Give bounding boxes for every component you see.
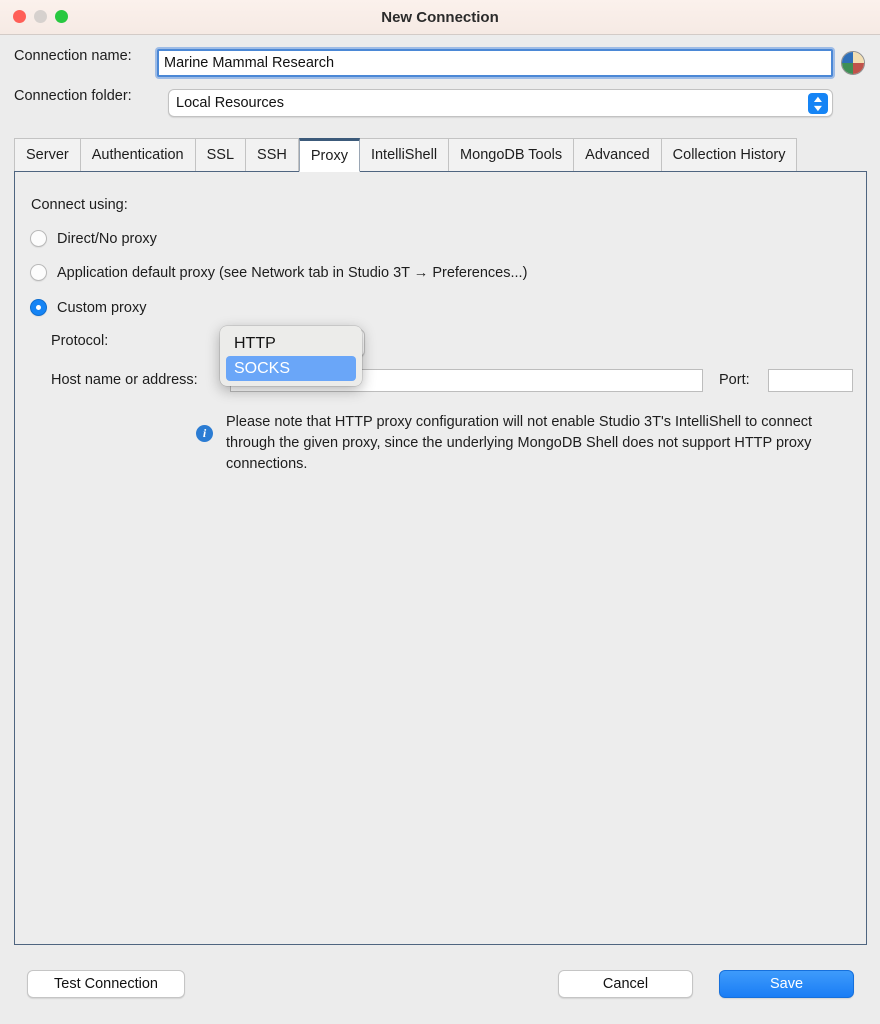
radio-direct-no-proxy-label: Direct/No proxy: [57, 230, 157, 247]
connection-name-input[interactable]: [157, 49, 833, 77]
new-connection-dialog: New Connection Connection name: Connecti…: [0, 0, 880, 1024]
port-label: Port:: [719, 372, 750, 388]
settings-tabbar: Server Authentication SSL SSH Proxy Inte…: [14, 138, 867, 172]
connection-folder-value: Local Resources: [176, 95, 284, 111]
tab-proxy[interactable]: Proxy: [298, 138, 360, 172]
tab-mongodb-tools[interactable]: MongoDB Tools: [449, 138, 575, 172]
host-label: Host name or address:: [51, 372, 198, 388]
proxy-info-text: Please note that HTTP proxy configuratio…: [226, 414, 813, 472]
port-input[interactable]: [768, 369, 853, 392]
proxy-settings-panel: [14, 171, 867, 945]
chevron-up-down-icon[interactable]: ▲▼: [808, 93, 828, 114]
save-button[interactable]: Save: [719, 970, 854, 998]
menu-item-socks[interactable]: SOCKS: [226, 356, 356, 381]
tab-ssl[interactable]: SSL: [195, 138, 247, 172]
radio-custom-proxy-label: Custom proxy: [57, 299, 147, 316]
connection-name-label: Connection name:: [14, 48, 132, 64]
test-connection-button[interactable]: Test Connection: [27, 970, 185, 998]
radio-direct-no-proxy[interactable]: Direct/No proxy: [30, 230, 157, 247]
radio-custom-proxy[interactable]: Custom proxy: [30, 299, 146, 316]
radio-button-selected-icon[interactable]: [30, 299, 47, 316]
tab-collection-history[interactable]: Collection History: [661, 138, 798, 172]
tab-authentication[interactable]: Authentication: [80, 138, 196, 172]
proxy-info-note: i Please note that HTTP proxy configurat…: [196, 412, 816, 475]
window-title: New Connection: [381, 9, 499, 26]
connection-name-row: Connection name:: [14, 48, 132, 64]
tab-ssh[interactable]: SSH: [246, 138, 299, 172]
radio-button-icon[interactable]: [30, 230, 47, 247]
protocol-dropdown-menu: HTTP SOCKS: [220, 326, 362, 386]
color-wheel-icon[interactable]: [841, 51, 865, 75]
radio-button-icon[interactable]: [30, 264, 47, 281]
window-titlebar: New Connection: [0, 0, 880, 35]
cancel-button[interactable]: Cancel: [558, 970, 693, 998]
connection-folder-label: Connection folder:: [14, 88, 132, 104]
tab-advanced[interactable]: Advanced: [574, 138, 662, 172]
radio-application-default-proxy[interactable]: Application default proxy (see Network t…: [30, 264, 527, 281]
protocol-label: Protocol:: [51, 333, 109, 349]
connection-folder-row: Connection folder:: [14, 88, 132, 104]
connection-folder-select[interactable]: Local Resources ▲ ▼: [168, 89, 833, 117]
connect-using-label: Connect using:: [31, 197, 128, 213]
radio-application-default-proxy-label: Application default proxy (see Network t…: [57, 264, 528, 281]
menu-item-http[interactable]: HTTP: [226, 331, 356, 356]
info-icon: i: [196, 425, 213, 442]
tab-intellishell[interactable]: IntelliShell: [359, 138, 450, 172]
tab-server[interactable]: Server: [14, 138, 81, 172]
